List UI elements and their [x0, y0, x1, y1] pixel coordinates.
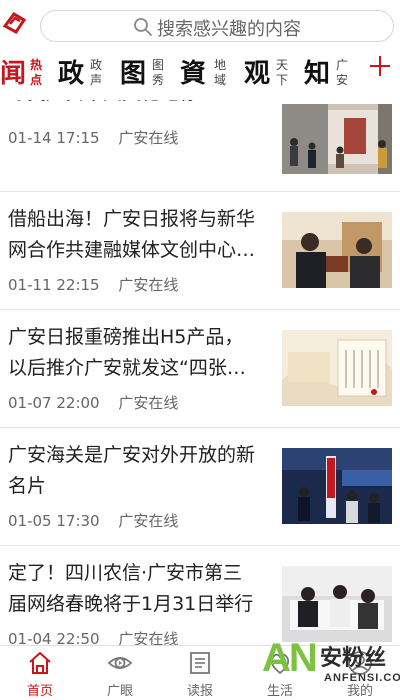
news-meta: 01-04 22:50 广安在线 — [8, 628, 178, 645]
news-meta: 01-07 22:00 广安在线 — [8, 392, 178, 413]
news-date: 01-14 — [8, 129, 52, 147]
news-source: 广安在线 — [118, 276, 179, 294]
tab-read[interactable]: 读报 — [160, 646, 240, 700]
newspaper-icon — [190, 652, 210, 674]
news-date: 01-05 — [8, 512, 52, 530]
news-source: 广安在线 — [118, 630, 179, 645]
app-logo-icon[interactable] — [2, 10, 28, 36]
channel-world[interactable]: 观 天下 — [244, 54, 290, 94]
app-header: 搜索感兴趣的内容 — [0, 0, 400, 48]
channel-guangan[interactable]: 知 广安 — [304, 54, 350, 94]
tab-mine[interactable]: 我的 — [320, 646, 400, 700]
life-icon — [270, 653, 290, 675]
news-feed[interactable]: 寻找广安十大文化地标 01-14 17:15 广安在线 借船出海！广安日报将与新… — [0, 100, 400, 645]
news-source: 广安在线 — [118, 394, 179, 412]
news-item[interactable]: 定了！四川农信·广安市第三届网络春晚将于1月31日举行 01-04 22:50 … — [0, 546, 400, 645]
search-bar[interactable]: 搜索感兴趣的内容 — [40, 10, 394, 42]
news-thumbnail[interactable] — [282, 212, 392, 288]
search-icon — [134, 18, 152, 36]
news-item[interactable]: 借船出海！广安日报将与新华网合作共建融媒体文创中心… 01-11 22:15 广… — [0, 192, 400, 310]
news-time: 22:00 — [56, 394, 100, 412]
news-source: 广安在线 — [118, 129, 179, 147]
channel-sub-label: 政声 — [89, 58, 102, 87]
tab-eye[interactable]: 广眼 — [80, 646, 160, 700]
channel-region[interactable]: 資 地域 — [180, 54, 226, 94]
add-channel-icon[interactable] — [368, 54, 392, 78]
news-date: 01-11 — [8, 276, 52, 294]
user-icon — [348, 651, 372, 675]
search-placeholder: 搜索感兴趣的内容 — [157, 19, 301, 40]
news-date: 01-04 — [8, 630, 52, 645]
channel-big-char: 观 — [244, 59, 271, 89]
channel-big-char: 闻 — [0, 59, 27, 89]
channel-politics[interactable]: 政 政声 — [58, 54, 104, 94]
tab-mine-label: 我的 — [346, 684, 373, 699]
tab-eye-label: 广眼 — [106, 684, 133, 699]
channel-bar: 闻 热点 政 政声 图 图秀 資 地域 观 天下 知 广安 — [0, 48, 400, 100]
channel-sub-label: 广安 — [335, 58, 348, 87]
news-item[interactable]: 寻找广安十大文化地标 01-14 17:15 广安在线 — [0, 100, 400, 192]
news-title: 定了！四川农信·广安市第三届网络春晚将于1月31日举行 — [8, 562, 254, 615]
tab-home[interactable]: 首页 — [0, 646, 80, 700]
news-source: 广安在线 — [118, 512, 179, 530]
news-title: 广安日报重磅推出H5产品，以后推介广安就发这“四张… — [8, 326, 246, 379]
news-thumbnail[interactable] — [282, 104, 392, 174]
home-icon — [29, 652, 51, 674]
news-time: 22:50 — [56, 630, 100, 645]
channel-sub-label: 地域 — [213, 58, 226, 87]
channel-big-char: 知 — [304, 59, 331, 89]
news-thumbnail[interactable] — [282, 448, 392, 524]
tab-life[interactable]: 生活 — [240, 646, 320, 700]
news-time: 22:15 — [56, 276, 100, 294]
channel-pictures[interactable]: 图 图秀 — [120, 54, 166, 94]
news-time: 17:30 — [56, 512, 100, 530]
channel-big-char: 图 — [120, 59, 147, 89]
news-meta: 01-14 17:15 广安在线 — [8, 127, 178, 148]
channel-hot[interactable]: 闻 热点 — [0, 54, 46, 94]
channel-sub-label: 图秀 — [151, 58, 164, 87]
tab-read-label: 读报 — [186, 684, 213, 699]
news-thumbnail[interactable] — [282, 330, 392, 406]
news-title: 寻找广安十大文化地标 — [8, 100, 258, 109]
channel-big-char: 政 — [58, 59, 85, 89]
news-item[interactable]: 广安海关是广安对外开放的新名片 01-05 17:30 广安在线 — [0, 428, 400, 546]
news-meta: 01-11 22:15 广安在线 — [8, 274, 178, 295]
channel-sub-label: 天下 — [275, 58, 288, 87]
bottom-tab-bar: 首页 广眼 读报 生活 我的 — [0, 645, 400, 700]
channel-sub-label: 热点 — [29, 58, 42, 87]
tab-home-label: 首页 — [26, 684, 53, 699]
news-time: 17:15 — [56, 129, 100, 147]
news-item[interactable]: 广安日报重磅推出H5产品，以后推介广安就发这“四张… 01-07 22:00 广… — [0, 310, 400, 428]
news-date: 01-07 — [8, 394, 52, 412]
eye-icon — [107, 657, 133, 669]
news-meta: 01-05 17:30 广安在线 — [8, 510, 178, 531]
news-title: 借船出海！广安日报将与新华网合作共建融媒体文创中心… — [8, 208, 256, 261]
tab-life-label: 生活 — [266, 684, 293, 699]
channel-big-char: 資 — [180, 59, 207, 89]
news-title: 广安海关是广安对外开放的新名片 — [8, 444, 256, 497]
news-thumbnail[interactable] — [282, 566, 392, 642]
